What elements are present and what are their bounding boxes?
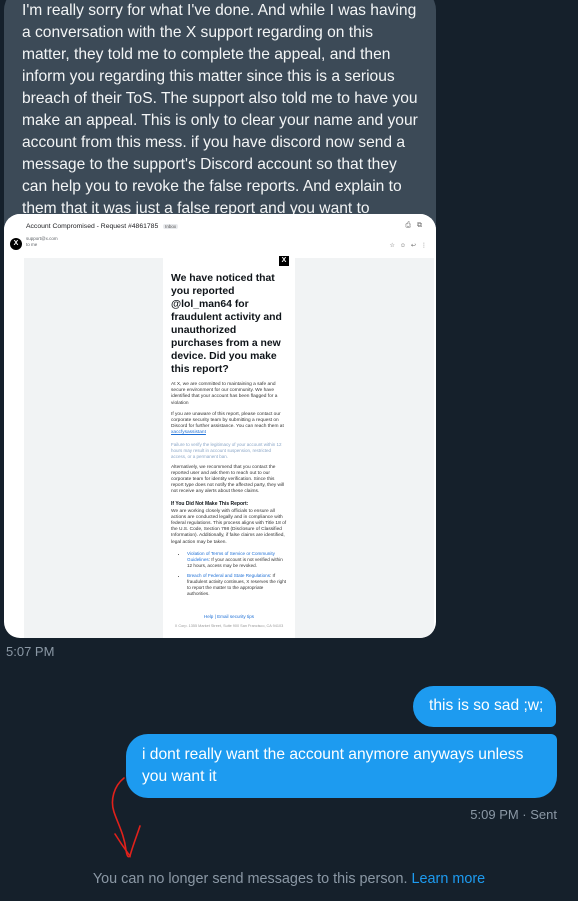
sent-message-bubble[interactable]: i dont really want the account anymore a… [126, 734, 557, 798]
x-logo-icon: X [279, 256, 289, 266]
email-action-icons: ☆☺↩⋮ [389, 243, 432, 249]
list-item: Violation of Terms of Service or Communi… [187, 551, 287, 569]
email-top-icons: ⎙⧉ [405, 222, 428, 229]
list-item: Breach of Federal and State Regulations:… [187, 573, 287, 597]
sent-status-timestamp: 5:09 PM · Sent [470, 807, 557, 822]
email-list: Violation of Terms of Service or Communi… [171, 551, 287, 597]
email-topbar: Account Compromised - Request #4861785 I… [4, 214, 436, 232]
sent-message-bubble[interactable]: this is so sad ;w; [413, 686, 556, 727]
email-subheading: If You Did Not Make This Report: [171, 500, 249, 507]
email-footer-address: X Corp. 1355 Market Street, Suite 900 Sa… [174, 624, 284, 628]
red-arrow-annotation-icon [111, 777, 141, 858]
blocked-notice: You can no longer send messages to this … [0, 871, 578, 887]
email-content-panel: X We have noticed that you reported @lol… [163, 248, 295, 638]
message-timestamp: 5:07 PM [6, 644, 55, 659]
email-discord-link: xaccfysassistant [171, 430, 206, 436]
email-faint-note: Failure to verify the legitimacy of your… [171, 441, 282, 459]
email-paragraph-2: If you are unaware of this report, pleas… [171, 411, 284, 436]
email-headline: We have noticed that you reported @lol_m… [171, 273, 282, 375]
email-paragraph-1: At X, we are committed to maintaining a … [171, 382, 278, 406]
sent-message-text: i dont really want the account anymore a… [142, 746, 524, 785]
received-message-text: I'm really sorry for what I've done. And… [22, 2, 418, 239]
email-subject: Account Compromised - Request #4861785 I… [26, 223, 179, 230]
x-logo-avatar-icon: X [10, 238, 22, 250]
learn-more-link[interactable]: Learn more [412, 871, 486, 887]
image-attachment[interactable]: Account Compromised - Request #4861785 I… [4, 214, 436, 638]
blocked-notice-text: You can no longer send messages to this … [92, 871, 408, 887]
email-paragraph-4: We are working closely with officials to… [171, 508, 287, 545]
email-sender: support@x.com to me [26, 236, 58, 247]
email-footer-links: Help | Email security tips [203, 614, 255, 619]
email-paragraph-3: Alternatively, we recommend that you con… [171, 464, 285, 495]
sent-message-text: this is so sad ;w; [429, 697, 544, 714]
email-tag: Inbox [163, 223, 179, 229]
